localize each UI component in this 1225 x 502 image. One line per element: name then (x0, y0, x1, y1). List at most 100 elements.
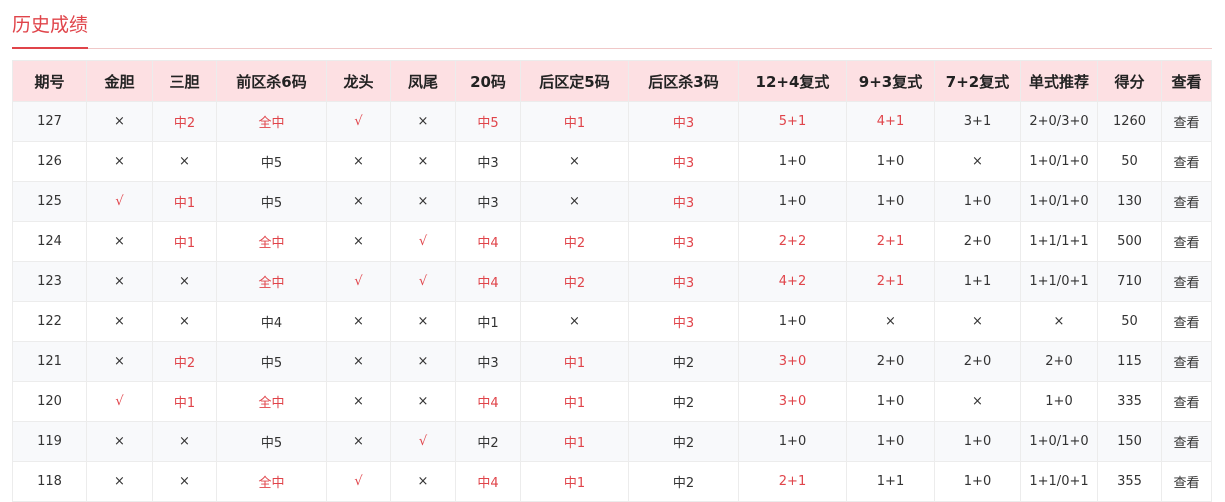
table-row: 125 √ 中1 中5 × × 中3 × 中3 1+0 1+0 1+0 1+0/1+0 130 查看 (12, 181, 1212, 222)
result-cell: 中1 (520, 381, 629, 422)
score-cell: 50 (1097, 141, 1162, 182)
score-cell: 355 (1097, 461, 1162, 502)
result-cell: 中2 (628, 341, 739, 382)
result-cell: 2+1 (846, 261, 935, 302)
result-cell: 全中 (216, 381, 327, 422)
table-body: 127 × 中2 全中 √ × 中5 中1 中3 5+1 4+1 3+1 2+0/3+0 1260 查看 12… (12, 101, 1212, 502)
result-cell: 1+0 (738, 301, 847, 342)
result-cell: × (934, 381, 1021, 422)
result-cell: 中3 (628, 101, 739, 142)
result-cell: × (520, 301, 629, 342)
result-cell: × (390, 101, 456, 142)
result-cell: 2+2 (738, 221, 847, 262)
result-cell: 全中 (216, 221, 327, 262)
view-link[interactable]: 查看 (1161, 181, 1212, 222)
result-cell: 2+0 (846, 341, 935, 382)
result-cell: 4+1 (846, 101, 935, 142)
result-cell: 中1 (520, 461, 629, 502)
result-cell: × (326, 141, 391, 182)
result-cell: √ (326, 461, 391, 502)
result-cell: × (86, 341, 153, 382)
view-link[interactable]: 查看 (1161, 421, 1212, 462)
period-cell: 126 (12, 141, 87, 182)
period-cell: 118 (12, 461, 87, 502)
result-cell: 1+1/1+1 (1020, 221, 1098, 262)
result-cell: × (86, 101, 153, 142)
column-header: 三胆 (152, 60, 217, 102)
result-cell: × (934, 301, 1021, 342)
result-cell: 1+1/0+1 (1020, 261, 1098, 302)
result-cell: 1+0 (934, 461, 1021, 502)
result-cell: √ (86, 181, 153, 222)
view-link[interactable]: 查看 (1161, 261, 1212, 302)
result-cell: 中4 (455, 381, 521, 422)
result-cell: × (326, 421, 391, 462)
score-cell: 115 (1097, 341, 1162, 382)
column-header: 单式推荐 (1020, 60, 1098, 102)
result-cell: 中3 (628, 141, 739, 182)
period-cell: 124 (12, 221, 87, 262)
result-cell: 中3 (628, 181, 739, 222)
score-cell: 1260 (1097, 101, 1162, 142)
result-cell: × (390, 141, 456, 182)
view-link[interactable]: 查看 (1161, 461, 1212, 502)
view-link[interactable]: 查看 (1161, 141, 1212, 182)
result-cell: × (152, 461, 217, 502)
column-header: 期号 (12, 60, 87, 102)
result-cell: × (86, 261, 153, 302)
result-cell: 中3 (628, 301, 739, 342)
result-cell: × (390, 301, 456, 342)
result-cell: 中1 (152, 381, 217, 422)
view-link[interactable]: 查看 (1161, 221, 1212, 262)
result-cell: 中4 (455, 461, 521, 502)
result-cell: × (86, 221, 153, 262)
view-link[interactable]: 查看 (1161, 101, 1212, 142)
result-cell: 1+0 (846, 381, 935, 422)
column-header: 凤尾 (390, 60, 456, 102)
view-link[interactable]: 查看 (1161, 341, 1212, 382)
result-cell: × (326, 221, 391, 262)
table-header: 期号 金胆 三胆 前区杀6码 龙头 凤尾 20码 后区定5码 后区杀3码 12+4复式 9+3复式 7… (12, 60, 1212, 102)
period-cell: 121 (12, 341, 87, 382)
result-cell: 2+1 (738, 461, 847, 502)
result-cell: 1+1 (846, 461, 935, 502)
result-cell: 2+0 (934, 341, 1021, 382)
column-header: 9+3复式 (846, 60, 935, 102)
result-cell: 5+1 (738, 101, 847, 142)
result-cell: 1+0 (846, 141, 935, 182)
result-cell: 1+0 (1020, 381, 1098, 422)
page-title: 历史成绩 (12, 12, 89, 49)
result-cell: √ (390, 421, 456, 462)
result-cell: 中4 (455, 221, 521, 262)
result-cell: 1+1/0+1 (1020, 461, 1098, 502)
score-cell: 150 (1097, 421, 1162, 462)
result-cell: 中2 (152, 101, 217, 142)
period-cell: 125 (12, 181, 87, 222)
result-cell: × (846, 301, 935, 342)
result-cell: 全中 (216, 101, 327, 142)
result-cell: × (520, 181, 629, 222)
result-cell: 中2 (520, 261, 629, 302)
period-cell: 120 (12, 381, 87, 422)
result-cell: 中2 (628, 461, 739, 502)
result-cell: 1+0 (738, 421, 847, 462)
result-cell: 中3 (628, 261, 739, 302)
result-cell: 1+0 (934, 421, 1021, 462)
view-link[interactable]: 查看 (1161, 301, 1212, 342)
period-cell: 127 (12, 101, 87, 142)
result-cell: 1+0 (846, 421, 935, 462)
period-cell: 119 (12, 421, 87, 462)
column-header: 得分 (1097, 60, 1162, 102)
period-cell: 123 (12, 261, 87, 302)
table-row: 118 × × 全中 √ × 中4 中1 中2 2+1 1+1 1+0 1+1/0+1 355 查看 (12, 461, 1212, 502)
result-cell: 1+0 (738, 141, 847, 182)
result-cell: × (390, 381, 456, 422)
view-link[interactable]: 查看 (1161, 381, 1212, 422)
result-cell: 中1 (152, 221, 217, 262)
column-header: 前区杀6码 (216, 60, 327, 102)
table-row: 124 × 中1 全中 × √ 中4 中2 中3 2+2 2+1 2+0 1+1/1+1 500 查看 (12, 221, 1212, 262)
result-cell: 中5 (216, 181, 327, 222)
result-cell: × (326, 301, 391, 342)
result-cell: 中2 (628, 421, 739, 462)
result-cell: 中2 (455, 421, 521, 462)
